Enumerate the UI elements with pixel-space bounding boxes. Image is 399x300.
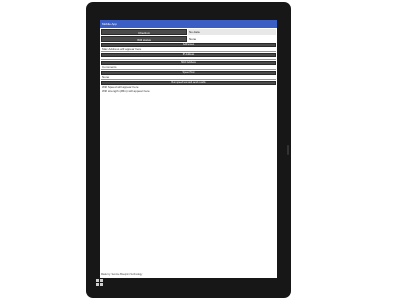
checkin-button[interactable]: Check-in xyxy=(101,29,187,35)
windows-logo-tile xyxy=(100,283,103,286)
app-screen: Mobile App Check-in No data Wifi status … xyxy=(100,20,277,278)
windows-logo-tile xyxy=(100,279,103,282)
tablet-frame: Mobile App Check-in No data Wifi status … xyxy=(86,2,291,298)
checkin-row: Check-in No data xyxy=(100,29,277,35)
windows-logo-icon[interactable] xyxy=(96,279,104,287)
footer-text: Made by: Service Blueprint Technology xyxy=(101,273,143,276)
ip-address-header[interactable]: IP Address xyxy=(101,53,276,57)
windows-logo-tile xyxy=(96,279,99,282)
app-title-bar: Mobile App xyxy=(100,20,277,28)
tablet-side-button xyxy=(287,145,289,155)
wifi-status-row: Wifi status None xyxy=(100,36,277,42)
divider xyxy=(101,59,276,60)
wifi-status-button[interactable]: Wifi status xyxy=(101,36,187,42)
wifi-strength-text: Wifi strength (dBm) will appear here xyxy=(102,89,150,93)
divider xyxy=(101,69,276,70)
windows-logo-tile xyxy=(96,283,99,286)
checkin-value: No data xyxy=(188,29,276,35)
wifi-status-value: None xyxy=(189,37,197,41)
divider xyxy=(101,79,276,80)
divider xyxy=(101,51,276,52)
